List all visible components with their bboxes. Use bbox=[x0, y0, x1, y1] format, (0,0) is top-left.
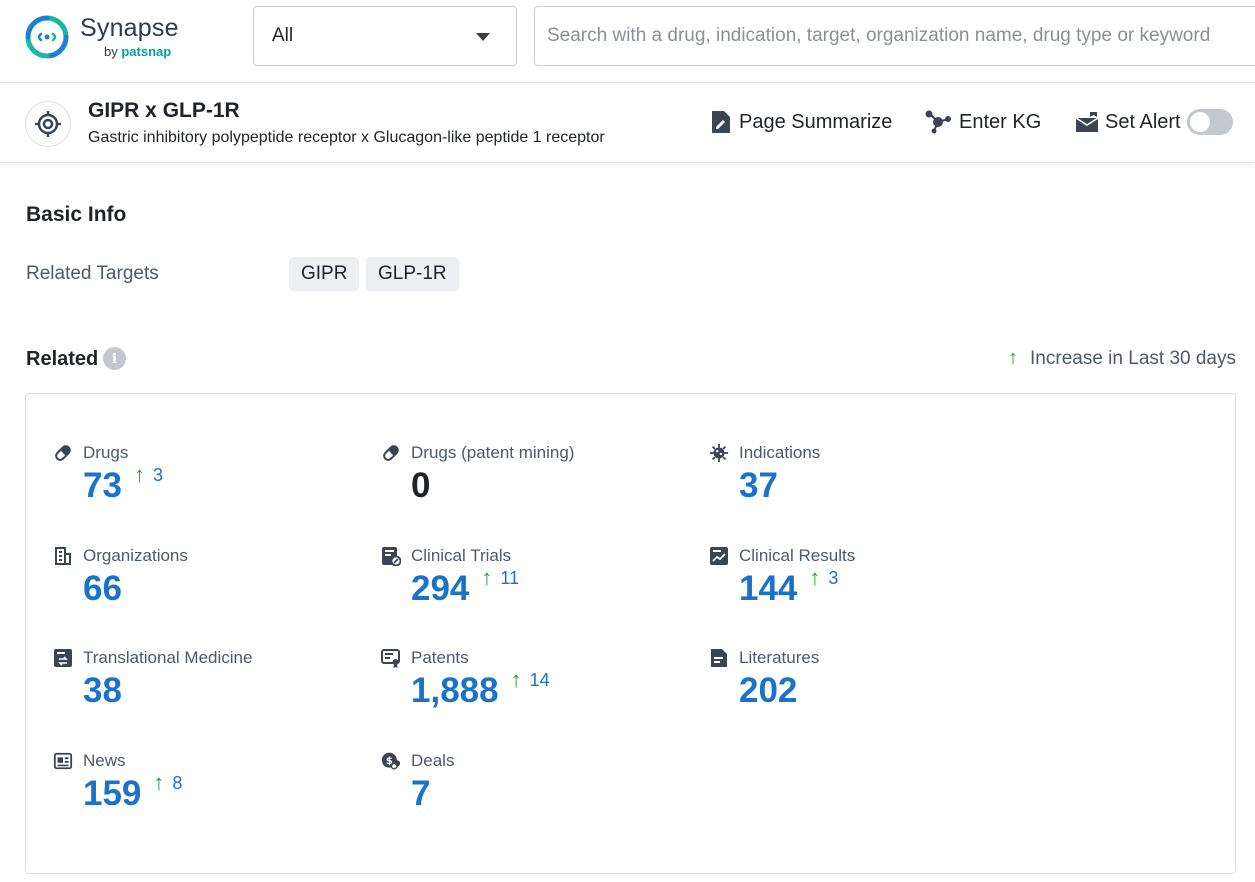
related-stats-panel: Drugs 73 ↑3 Drugs (patent mining) 0 bbox=[25, 393, 1236, 874]
basic-info-title: Basic Info bbox=[26, 203, 126, 227]
deal-icon: $ bbox=[381, 751, 401, 771]
related-targets-label: Related Targets bbox=[26, 263, 159, 285]
stat-label: Organizations bbox=[83, 546, 188, 566]
stat-value: 38 bbox=[83, 671, 122, 711]
increase-legend: ↑ Increase in Last 30 days bbox=[1008, 347, 1236, 370]
stat-increase: ↑3 bbox=[134, 464, 163, 486]
pill-icon bbox=[53, 443, 73, 463]
document-icon bbox=[709, 648, 729, 668]
page-subtitle: Gastric inhibitory polypeptide receptor … bbox=[88, 129, 605, 147]
stat-label: Deals bbox=[411, 751, 454, 771]
stat-clinical-results[interactable]: Clinical Results 144 ↑3 bbox=[709, 545, 855, 567]
stat-value: 294 bbox=[411, 569, 469, 609]
pill-icon bbox=[381, 443, 401, 463]
target-chip-gipr[interactable]: GIPR bbox=[289, 257, 359, 291]
enter-kg-button[interactable]: Enter KG bbox=[923, 107, 1041, 137]
logo-name: Synapse bbox=[80, 16, 179, 41]
enter-kg-label: Enter KG bbox=[959, 111, 1041, 134]
knowledge-graph-icon bbox=[923, 110, 953, 134]
translational-icon bbox=[53, 648, 73, 668]
stat-value: 73 bbox=[83, 466, 122, 506]
building-icon bbox=[53, 546, 73, 566]
stat-clinical-trials[interactable]: Clinical Trials 294 ↑11 bbox=[381, 545, 511, 567]
stat-label: Clinical Trials bbox=[411, 546, 511, 566]
chart-doc-icon bbox=[709, 546, 729, 566]
target-chip-glp1r[interactable]: GLP-1R bbox=[366, 257, 459, 291]
stat-increase-count: 11 bbox=[500, 569, 519, 587]
search-box[interactable] bbox=[534, 6, 1255, 66]
page-summarize-label: Page Summarize bbox=[739, 111, 892, 134]
stat-increase-count: 3 bbox=[153, 466, 163, 484]
stat-patents[interactable]: Patents 1,888 ↑14 bbox=[381, 647, 469, 669]
search-input[interactable] bbox=[547, 25, 1255, 47]
logo-by: by patsnap bbox=[104, 45, 179, 58]
stat-value: 37 bbox=[739, 466, 778, 506]
top-bar: Synapse by patsnap All bbox=[0, 0, 1255, 83]
stat-literatures[interactable]: Literatures 202 bbox=[709, 647, 819, 669]
arrow-up-icon: ↑ bbox=[153, 772, 164, 794]
set-alert-control[interactable]: Set Alert bbox=[1075, 107, 1233, 137]
stat-label: Patents bbox=[411, 648, 469, 668]
stat-label: Translational Medicine bbox=[83, 648, 252, 668]
stat-increase-count: 14 bbox=[530, 671, 550, 689]
stat-label: News bbox=[83, 751, 126, 771]
summarize-icon bbox=[709, 110, 733, 134]
page-title: GIPR x GLP-1R bbox=[88, 99, 240, 123]
alert-mail-icon bbox=[1075, 110, 1099, 134]
target-icon bbox=[25, 101, 71, 147]
virus-icon bbox=[709, 443, 729, 463]
info-icon[interactable]: i bbox=[103, 347, 126, 370]
clinical-trial-icon bbox=[381, 546, 401, 566]
stat-translational-medicine[interactable]: Translational Medicine 38 bbox=[53, 647, 252, 669]
set-alert-label: Set Alert bbox=[1105, 111, 1181, 134]
target-header: GIPR x GLP-1R Gastric inhibitory polypep… bbox=[0, 83, 1255, 163]
stat-value: 144 bbox=[739, 569, 797, 609]
stat-news[interactable]: News 159 ↑8 bbox=[53, 750, 126, 772]
stat-label: Drugs (patent mining) bbox=[411, 443, 574, 463]
stat-value: 0 bbox=[411, 466, 430, 506]
caret-down-icon bbox=[476, 33, 490, 41]
stat-label: Indications bbox=[739, 443, 820, 463]
stat-value: 7 bbox=[411, 774, 430, 814]
search-scope-value: All bbox=[272, 25, 293, 47]
stat-organizations[interactable]: Organizations 66 bbox=[53, 545, 188, 567]
patent-icon bbox=[381, 648, 401, 668]
stat-label: Literatures bbox=[739, 648, 819, 668]
stat-drugs-patent-mining[interactable]: Drugs (patent mining) 0 bbox=[381, 442, 574, 464]
stat-drugs[interactable]: Drugs 73 ↑3 bbox=[53, 442, 128, 464]
news-icon bbox=[53, 751, 73, 771]
synapse-logo[interactable]: Synapse by patsnap bbox=[24, 13, 179, 61]
stat-deals[interactable]: $ Deals 7 bbox=[381, 750, 454, 772]
stat-increase: ↑ 14 bbox=[511, 669, 550, 691]
search-scope-select[interactable]: All bbox=[253, 6, 517, 66]
page-summarize-button[interactable]: Page Summarize bbox=[709, 107, 892, 137]
stat-value: 66 bbox=[83, 569, 122, 609]
increase-legend-label: Increase in Last 30 days bbox=[1030, 348, 1236, 370]
stat-increase: ↑ 11 bbox=[481, 567, 519, 589]
stat-increase-count: 8 bbox=[172, 774, 182, 792]
stat-label: Drugs bbox=[83, 443, 128, 463]
stat-increase-count: 3 bbox=[828, 569, 838, 587]
stat-indications[interactable]: Indications 37 bbox=[709, 442, 820, 464]
stat-label: Clinical Results bbox=[739, 546, 855, 566]
stat-value: 159 bbox=[83, 774, 141, 814]
synapse-logo-icon bbox=[24, 14, 70, 60]
stat-value: 202 bbox=[739, 671, 797, 711]
stat-increase: ↑3 bbox=[809, 567, 838, 589]
arrow-up-icon: ↑ bbox=[511, 669, 522, 691]
stat-increase: ↑8 bbox=[153, 772, 182, 794]
arrow-up-icon: ↑ bbox=[1008, 347, 1018, 370]
arrow-up-icon: ↑ bbox=[481, 567, 492, 589]
stat-value: 1,888 bbox=[411, 671, 499, 711]
set-alert-toggle[interactable] bbox=[1187, 109, 1233, 135]
related-title: Related bbox=[26, 348, 98, 371]
arrow-up-icon: ↑ bbox=[809, 567, 820, 589]
arrow-up-icon: ↑ bbox=[134, 464, 145, 486]
